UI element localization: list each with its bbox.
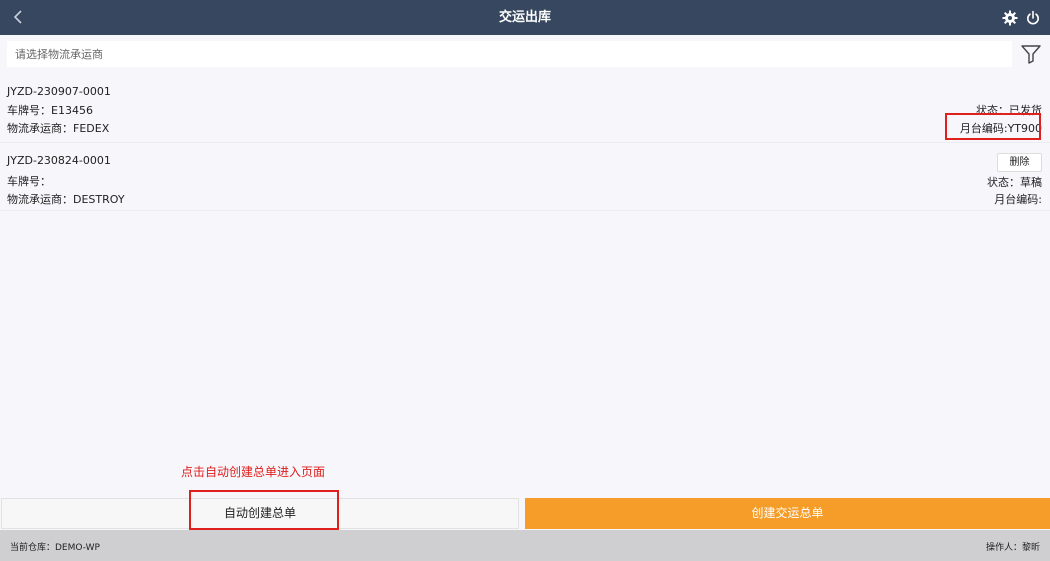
carrier-search-input[interactable] — [7, 41, 1012, 67]
order-plate: 车牌号： — [7, 175, 51, 188]
status-footer: 当前仓库：DEMO-WP 操作人：黎昕 — [0, 530, 1050, 561]
order-status: 状态：已发货 — [976, 104, 1042, 117]
order-dock: 月台编码:YT900 — [959, 122, 1042, 135]
order-dock: 月台编码: — [994, 193, 1042, 206]
filter-button[interactable] — [1020, 44, 1042, 64]
app-header: 交运出库 — [0, 0, 1050, 35]
current-warehouse: 当前仓库：DEMO-WP — [10, 543, 100, 553]
filter-icon — [1021, 45, 1041, 64]
order-code: JYZD-230824-0001 — [7, 154, 111, 167]
operator: 操作人：黎昕 — [985, 543, 1040, 553]
order-status: 状态：草稿 — [987, 176, 1042, 189]
logout-button[interactable] — [1025, 10, 1041, 26]
create-shipment-master-button[interactable]: 创建交运总单 — [525, 498, 1050, 529]
delete-button[interactable]: 删除 — [997, 153, 1042, 172]
order-card[interactable]: JYZD-230907-0001 车牌号：E13456 物流承运商：FEDEX … — [0, 76, 1050, 143]
auto-create-master-button[interactable]: 自动创建总单 — [1, 498, 519, 529]
order-carrier: 物流承运商：DESTROY — [7, 193, 125, 206]
search-bar — [0, 35, 1050, 72]
page-title: 交运出库 — [498, 10, 551, 25]
instruction-annotation: 点击自动创建总单进入页面 — [181, 465, 326, 479]
settings-button[interactable] — [1002, 10, 1018, 26]
order-carrier: 物流承运商：FEDEX — [7, 122, 110, 135]
order-code: JYZD-230907-0001 — [7, 85, 111, 98]
order-plate: 车牌号：E13456 — [7, 104, 93, 117]
order-card[interactable]: JYZD-230824-0001 车牌号： 物流承运商：DESTROY 删除 状… — [0, 145, 1050, 211]
power-icon — [1027, 10, 1039, 25]
gear-icon — [1002, 10, 1018, 26]
